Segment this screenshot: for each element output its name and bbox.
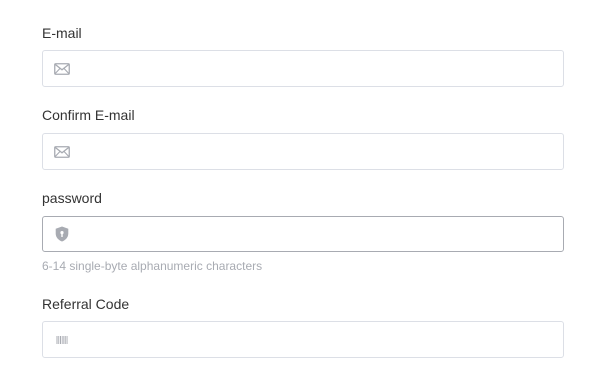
password-label: password [42,190,102,206]
confirm-email-input-box[interactable] [42,133,564,170]
email-input-box[interactable] [42,50,564,87]
password-field[interactable] [78,217,553,251]
mail-icon [54,61,70,77]
barcode-icon [54,332,70,348]
email-field[interactable] [78,51,553,86]
referral-code-label: Referral Code [42,296,130,312]
password-input-box[interactable] [42,216,564,252]
referral-code-input-box[interactable] [42,321,564,358]
email-label: E-mail [42,25,82,41]
confirm-email-field[interactable] [78,134,553,169]
shield-lock-icon [54,226,70,242]
referral-code-field[interactable] [78,322,553,357]
confirm-email-label: Confirm E-mail [42,107,135,123]
mail-icon [54,144,70,160]
password-hint: 6-14 single-byte alphanumeric characters [42,259,263,273]
